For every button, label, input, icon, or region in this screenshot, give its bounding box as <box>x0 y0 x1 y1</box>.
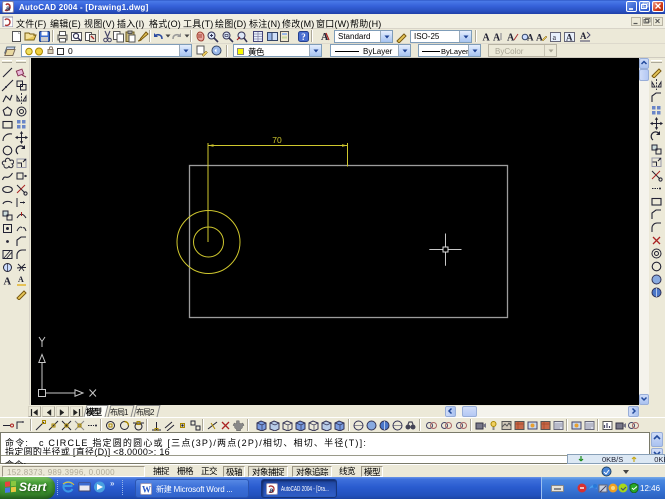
svg-text:A: A <box>483 33 491 44</box>
svg-text:A: A <box>566 33 573 43</box>
svg-text:A: A <box>493 33 501 44</box>
svg-text:A: A <box>507 33 515 44</box>
svg-text:A: A <box>527 33 534 43</box>
svg-text:A: A <box>18 275 24 284</box>
svg-text:A: A <box>4 277 12 288</box>
svg-text:W: W <box>142 484 151 494</box>
svg-text:A: A <box>536 34 543 44</box>
svg-text:a: a <box>553 33 557 42</box>
svg-text:A: A <box>580 31 587 41</box>
svg-text:70: 70 <box>272 135 282 145</box>
svg-text:a: a <box>270 487 274 494</box>
svg-text:?: ? <box>301 32 306 42</box>
